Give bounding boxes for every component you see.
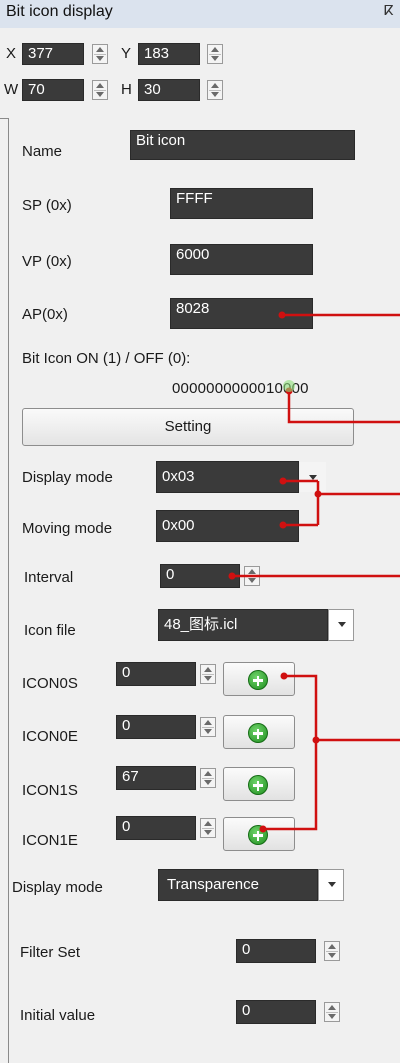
moving-mode-annotation-dot xyxy=(279,521,287,529)
icon0s-annotation-dot xyxy=(280,672,288,680)
icon-junction-dot xyxy=(312,736,320,744)
annotation-overlay xyxy=(228,311,400,833)
icon1e-annotation-dot xyxy=(259,825,267,833)
icon-bracket-line xyxy=(263,674,400,831)
interval-annotation-dot xyxy=(228,572,236,580)
ap-annotation-dot xyxy=(278,311,286,319)
bit-annotation-line xyxy=(287,391,400,424)
mode-bracket-line xyxy=(316,481,400,525)
display-mode-annotation-dot xyxy=(279,477,287,485)
bit-highlight-dot xyxy=(283,380,295,392)
mode-junction-dot xyxy=(314,490,322,498)
